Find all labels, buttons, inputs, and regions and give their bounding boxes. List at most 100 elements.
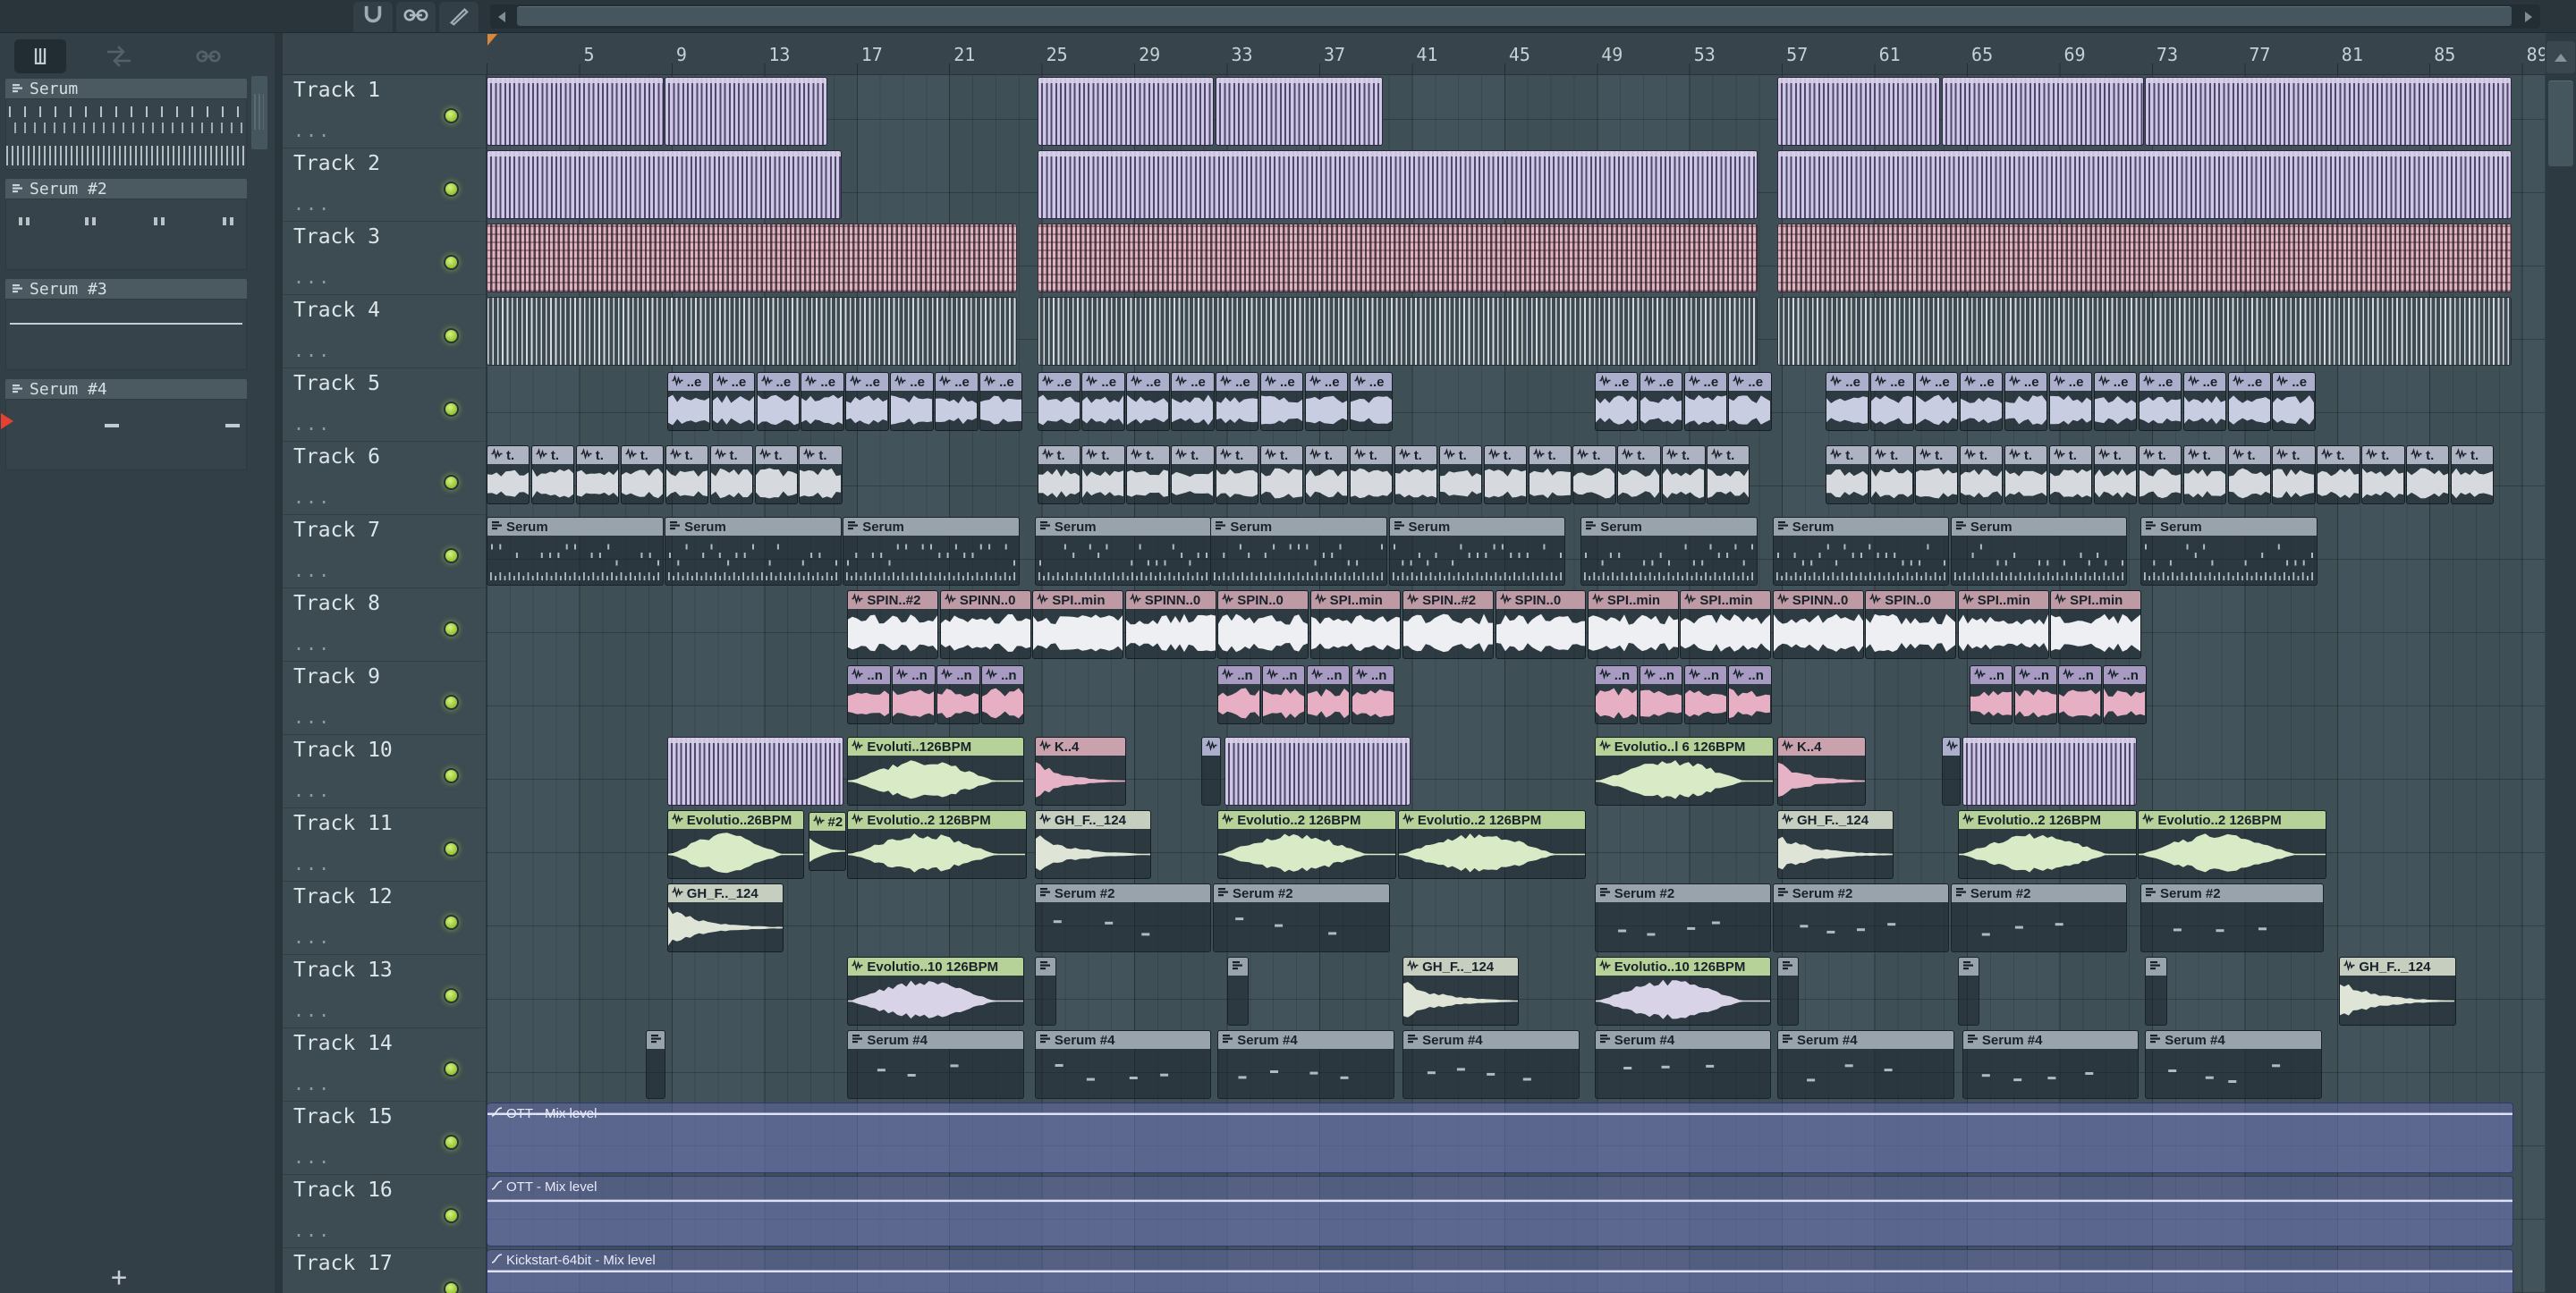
audio-clip[interactable]: ..e	[1126, 372, 1170, 431]
track-options-button[interactable]: ...	[293, 1073, 331, 1094]
track-options-button[interactable]: ...	[293, 486, 331, 508]
track-name[interactable]: Track 12	[293, 885, 393, 908]
track-header[interactable]: Track 15...	[283, 1102, 486, 1175]
audio-clip[interactable]: t.	[575, 445, 620, 504]
pattern-clip[interactable]: Serum	[1210, 517, 1387, 586]
audio-clip[interactable]: ..e	[2227, 372, 2271, 431]
audio-clip[interactable]: ..e	[2048, 372, 2093, 431]
mute-led[interactable]	[444, 475, 459, 490]
audio-clip[interactable]: t.	[1126, 445, 1170, 504]
audio-clip[interactable]: ..n	[1969, 665, 2012, 724]
audio-clip[interactable]: SPI..min	[1032, 590, 1124, 659]
mute-led[interactable]	[444, 621, 459, 637]
audio-clip[interactable]: ..e	[845, 372, 889, 431]
track-header[interactable]: Track 8...	[283, 588, 486, 662]
audio-clip[interactable]: ..e	[1870, 372, 1914, 431]
pattern-clip[interactable]	[1037, 297, 1758, 366]
audio-clip[interactable]: ..e	[1960, 372, 2004, 431]
audio-clip[interactable]: t.	[530, 445, 575, 504]
audio-clip[interactable]: t.	[2406, 445, 2450, 504]
audio-clip[interactable]: ..n	[1728, 665, 1772, 724]
audio-clip[interactable]: ..e	[2182, 372, 2226, 431]
pattern-clip[interactable]	[1777, 957, 1800, 1026]
pattern-clip[interactable]	[487, 224, 1018, 292]
pattern-clip[interactable]: Serum	[1950, 517, 2128, 586]
audio-clip[interactable]: ..e	[1639, 372, 1682, 431]
audio-clip[interactable]: ..e	[1915, 372, 1959, 431]
vertical-scrollbar[interactable]	[2546, 33, 2576, 1293]
pattern-clip[interactable]	[1777, 224, 2512, 292]
audio-clip[interactable]: ..e	[1594, 372, 1639, 431]
mute-led[interactable]	[444, 695, 459, 710]
audio-clip[interactable]: ..e	[1260, 372, 1304, 431]
audio-clip[interactable]: t.	[1870, 445, 1914, 504]
mute-led[interactable]	[444, 328, 459, 343]
audio-clip[interactable]: ..n	[892, 665, 936, 724]
audio-clip[interactable]: K..4	[1777, 737, 1867, 806]
mute-led[interactable]	[444, 1208, 459, 1223]
mute-led[interactable]	[444, 1135, 459, 1150]
scroll-up-icon[interactable]	[2546, 41, 2575, 73]
audio-clip[interactable]: ..e	[1171, 372, 1215, 431]
audio-clip[interactable]: SPI..min	[1957, 590, 2049, 659]
audio-clip[interactable]: SPIN..#2	[847, 590, 939, 659]
audio-clip[interactable]: ..e	[756, 372, 800, 431]
pattern-clip[interactable]: Serum	[665, 517, 842, 586]
track-name[interactable]: Track 4	[293, 299, 380, 322]
mute-led[interactable]	[444, 1281, 459, 1293]
track-options-button[interactable]: ...	[293, 706, 331, 728]
audio-clip[interactable]: t.	[754, 445, 798, 504]
audio-clip[interactable]: GH_F.._124	[666, 883, 784, 952]
audio-clip[interactable]: ..n	[1217, 665, 1261, 724]
pattern-scrollbar-thumb[interactable]	[251, 76, 267, 149]
track-header[interactable]: Track 14...	[283, 1028, 486, 1102]
audio-clip[interactable]: ..e	[711, 372, 755, 431]
audio-clip[interactable]: SPIN..#2	[1402, 590, 1494, 659]
audio-clip[interactable]: ..e	[801, 372, 844, 431]
mute-led[interactable]	[444, 108, 459, 123]
pattern-clip[interactable]	[646, 1030, 666, 1099]
audio-clip[interactable]: ..e	[1349, 372, 1394, 431]
pattern-clip[interactable]	[1037, 77, 1215, 146]
pattern-clip[interactable]	[1777, 77, 1941, 146]
pattern-clip[interactable]: Serum #2	[1594, 883, 1772, 952]
pattern-clip[interactable]	[1224, 737, 1411, 806]
audio-clip[interactable]: t.	[1171, 445, 1215, 504]
audio-clip[interactable]: Evolutio..2 126BPM	[1397, 810, 1587, 879]
automation-clip[interactable]: OTT - Mix level	[487, 1103, 2514, 1173]
audio-clip[interactable]: ..e	[666, 372, 711, 431]
pattern-preview[interactable]	[5, 299, 247, 370]
track-options-button[interactable]: ...	[293, 413, 331, 435]
pattern-clip[interactable]: Serum #2	[1034, 883, 1212, 952]
track-options-button[interactable]: ...	[293, 853, 331, 875]
track-name[interactable]: Track 16	[293, 1179, 393, 1202]
track-header[interactable]: Track 16...	[283, 1175, 486, 1248]
mute-led[interactable]	[444, 768, 459, 783]
pattern-clip[interactable]	[1962, 737, 2137, 806]
audio-clip[interactable]: GH_F.._124	[1402, 957, 1520, 1026]
audio-clip[interactable]: t.	[1707, 445, 1750, 504]
pattern-clip[interactable]: Serum	[1388, 517, 1566, 586]
pattern-clip[interactable]	[1215, 77, 1383, 146]
audio-clip[interactable]: SPI..min	[2050, 590, 2141, 659]
audio-clip[interactable]: ..e	[1081, 372, 1125, 431]
pattern-clip[interactable]	[1034, 957, 1057, 1026]
audio-clip[interactable]: ..n	[2103, 665, 2147, 724]
track-name[interactable]: Track 13	[293, 959, 393, 982]
pattern-item-1[interactable]: Serum	[5, 79, 247, 99]
audio-clip[interactable]: SPIN..0	[1495, 590, 1587, 659]
audio-clip[interactable]: ..n	[981, 665, 1025, 724]
track-options-button[interactable]: ...	[293, 926, 331, 948]
track-name[interactable]: Track 7	[293, 519, 380, 542]
pattern-clip[interactable]	[2145, 77, 2512, 146]
audio-clip[interactable]: ..e	[2272, 372, 2316, 431]
audio-clip[interactable]: SPI..min	[1680, 590, 1772, 659]
audio-clip[interactable]: SPINN..0	[1124, 590, 1216, 659]
audio-clip[interactable]: ..e	[1304, 372, 1349, 431]
track-name[interactable]: Track 1	[293, 79, 380, 102]
track-name[interactable]: Track 11	[293, 812, 393, 835]
audio-clip[interactable]: ..e	[935, 372, 979, 431]
audio-clip[interactable]: SPI..min	[1309, 590, 1402, 659]
pattern-clip[interactable]: Serum #2	[1772, 883, 1950, 952]
audio-clip[interactable]: ..e	[1826, 372, 1869, 431]
